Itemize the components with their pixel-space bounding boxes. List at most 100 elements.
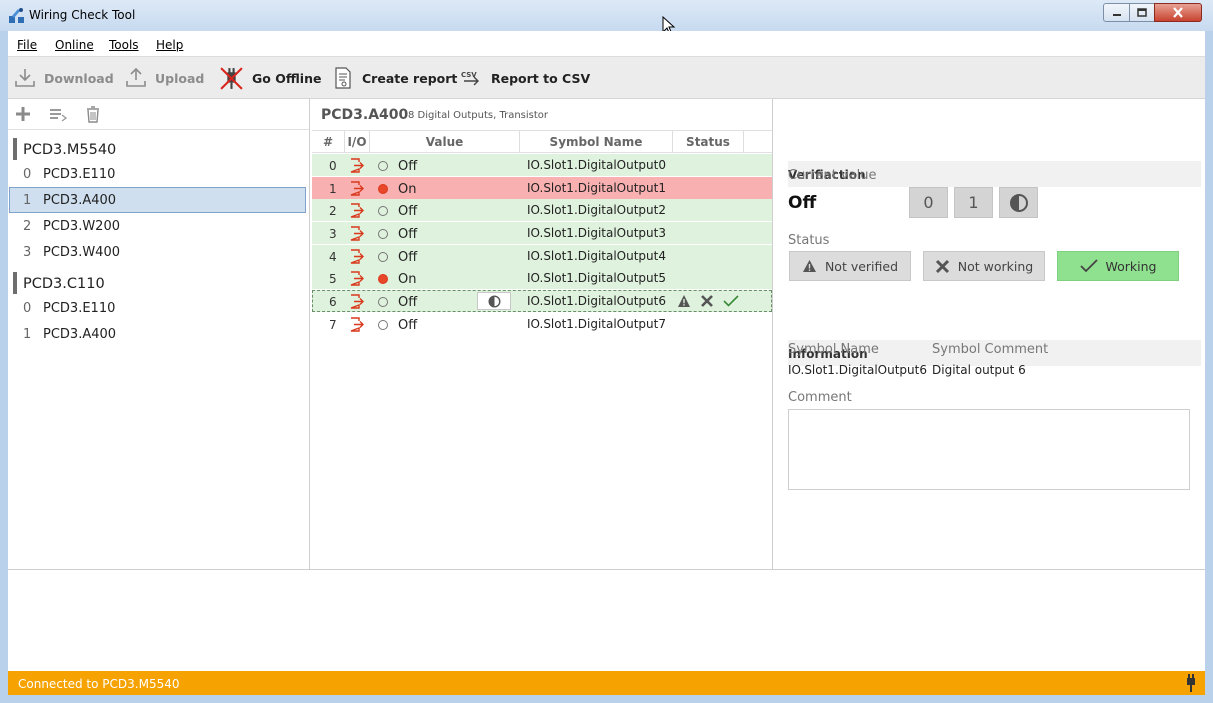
grid-row[interactable]: 6 Off IO.Slot1.DigitalOutput6 [312,290,772,313]
row-symbol-name: IO.Slot1.DigitalOutput5 [527,271,666,286]
comment-input[interactable] [788,409,1190,490]
warning-icon[interactable] [677,294,691,308]
value-indicator-icon [378,161,388,171]
title-bar[interactable]: Wiring Check Tool [0,0,1213,31]
report-document-icon [335,67,351,89]
set-zero-button[interactable]: 0 [909,187,948,218]
grid-row[interactable]: 0 Off IO.Slot1.DigitalOutput0 [312,154,772,176]
go-offline-label: Go Offline [252,70,322,86]
output-io-icon [350,158,364,173]
grid-row[interactable]: 1 On IO.Slot1.DigitalOutput1 [312,176,772,199]
add-icon[interactable] [14,105,32,123]
close-button[interactable] [1154,3,1202,22]
tree-item-name: PCD3.A400 [43,327,117,342]
menu-help[interactable]: Help [156,38,183,52]
symbol-comment-value: Digital output 6 [932,363,1026,377]
module-header: PCD3.A400 8 Digital Outputs, Transistor [311,99,773,130]
tree-item-selected[interactable]: 1 PCD3.A400 [9,187,306,213]
row-symbol-name: IO.Slot1.DigitalOutput3 [527,226,666,241]
column-header-value[interactable]: Value [370,131,520,153]
tree-group-controller[interactable]: PCD3.C110 [8,265,309,295]
column-header-number[interactable]: # [312,131,345,153]
cross-icon [935,259,949,273]
working-button[interactable]: Working [1057,251,1179,281]
checkmark-icon[interactable] [723,294,739,308]
tree-item[interactable]: 3 PCD3.W400 [9,239,306,265]
upload-button[interactable]: Upload [125,57,204,99]
upload-label: Upload [155,70,205,86]
menu-tools[interactable]: Tools [109,38,139,52]
not-verified-button[interactable]: Not verified [789,251,911,281]
row-number: 1 [329,181,337,196]
group-marker [13,138,17,160]
edit-list-icon[interactable] [49,105,67,123]
column-header-symbol-name[interactable]: Symbol Name [520,131,673,153]
value-indicator-icon [378,297,388,308]
row-number: 4 [329,249,337,264]
current-value: Off [788,193,817,213]
row-value: Off [398,227,418,243]
row-value: Off [398,249,418,265]
tree-item[interactable]: 0 PCD3.E110 [9,161,306,187]
symbol-name-label: Symbol Name [788,342,879,357]
row-value: Off [398,317,418,333]
row-number: 7 [329,317,337,332]
value-indicator-icon [378,274,388,285]
tree-item-index: 0 [23,301,32,316]
grid-header: # I/O Value Symbol Name Status [312,130,772,153]
toggle-value-button[interactable] [999,187,1038,218]
tree-item[interactable]: 2 PCD3.W200 [9,213,306,239]
row-number: 3 [329,227,337,242]
not-working-button[interactable]: Not working [923,251,1045,281]
window-title: Wiring Check Tool [29,8,136,22]
grid-row[interactable]: 3 Off IO.Slot1.DigitalOutput3 [312,222,772,245]
row-number: 5 [329,272,337,287]
menu-file[interactable]: File [17,38,37,52]
grid-row[interactable]: 7 Off IO.Slot1.DigitalOutput7 [312,313,772,335]
cross-icon[interactable] [700,294,714,308]
column-header-io[interactable]: I/O [345,131,370,153]
create-report-label: Create report [362,70,458,86]
download-button[interactable]: Download [14,57,114,99]
create-report-button[interactable]: Create report [332,57,457,99]
warning-icon [802,260,816,272]
trash-icon[interactable] [84,105,102,123]
set-one-button[interactable]: 1 [954,187,993,218]
output-io-icon [350,180,364,196]
tree-item[interactable]: 0 PCD3.E110 [9,295,306,321]
value-indicator-icon [378,229,388,240]
tree-item-name: PCD3.A400 [43,193,117,208]
device-tree: PCD3.M5540 0 PCD3.E110 1 PCD3.A400 2 PCD… [8,131,309,347]
application-window: Wiring Check Tool File Online Tools Help [0,0,1213,703]
value-indicator-icon [378,251,388,262]
row-symbol-name: IO.Slot1.DigitalOutput7 [527,316,666,331]
value-indicator-icon [378,183,388,194]
grid-row[interactable]: 5 On IO.Slot1.DigitalOutput5 [312,267,772,290]
grid-row[interactable]: 2 Off IO.Slot1.DigitalOutput2 [312,199,772,222]
plug-connected-icon [1187,674,1195,692]
working-label: Working [1105,258,1157,274]
output-io-icon [350,249,364,264]
row-number: 2 [329,204,337,219]
toggle-value-button[interactable] [477,292,511,311]
output-io-icon [350,294,364,309]
value-indicator-icon [378,319,388,330]
row-value: On [398,181,417,197]
tree-toolbar [8,99,309,130]
tree-group-name: PCD3.M5540 [23,142,117,158]
module-subtitle: 8 Digital Outputs, Transistor [408,110,549,121]
grid-body: 0 Off IO.Slot1.DigitalOutput0 1 On IO.Slot1.D… [312,154,772,336]
checkmark-icon [1079,259,1098,273]
report-to-csv-button[interactable]: CSV Report to CSV [461,57,590,99]
value-indicator-icon [378,206,388,217]
minimize-button[interactable] [1103,3,1130,22]
tree-group-controller[interactable]: PCD3.M5540 [8,131,309,161]
maximize-button[interactable] [1129,3,1155,22]
column-header-status[interactable]: Status [673,131,744,153]
menu-online[interactable]: Online [55,38,94,52]
grid-row[interactable]: 4 Off IO.Slot1.DigitalOutput4 [312,244,772,267]
module-title: PCD3.A400 [321,107,409,123]
go-offline-button[interactable]: Go Offline [219,57,321,99]
tree-item-index: 0 [23,167,32,182]
tree-item[interactable]: 1 PCD3.A400 [9,321,306,347]
